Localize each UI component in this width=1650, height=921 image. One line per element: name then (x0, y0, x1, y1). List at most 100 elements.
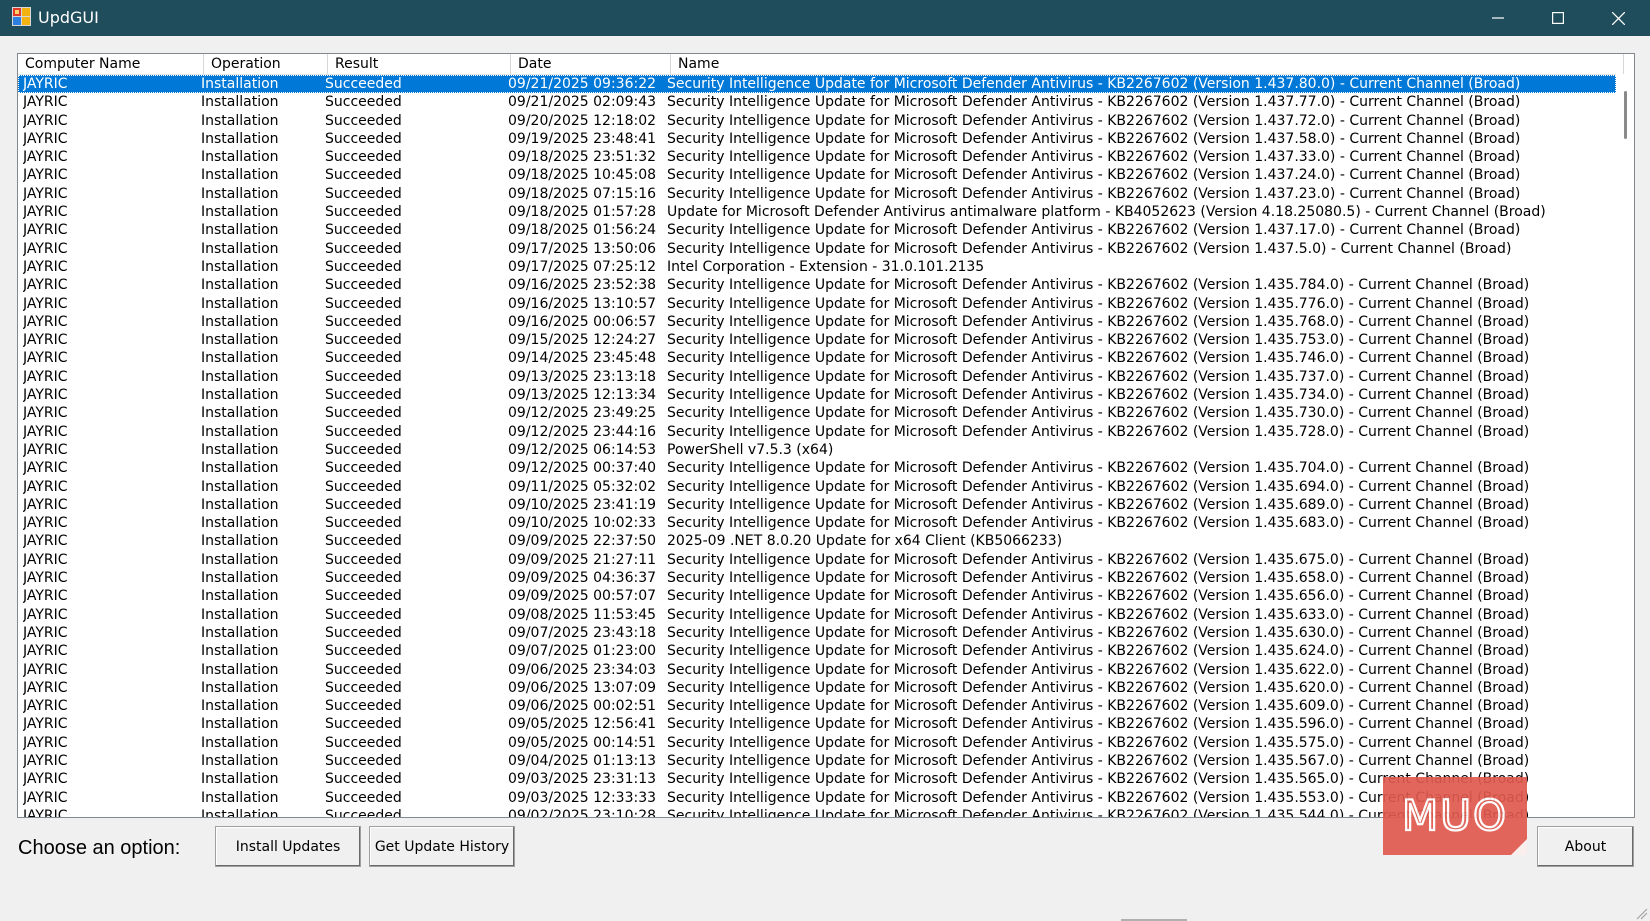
cell-result: Succeeded (325, 423, 402, 440)
cell-operation: Installation (201, 204, 279, 221)
cell-name: Security Intelligence Update for Microso… (667, 387, 1530, 404)
maximize-button[interactable] (1528, 0, 1588, 36)
cell-result: Succeeded (325, 789, 402, 806)
cell-operation: Installation (201, 515, 279, 532)
cell-computer-name: JAYRIC (23, 405, 68, 422)
cell-computer-name: JAYRIC (23, 698, 68, 715)
table-row[interactable]: JAYRIC Installation Succeeded 09/17/2025 13… (18, 240, 1616, 258)
cell-name: Security Intelligence Update for Microso… (667, 130, 1521, 147)
table-row[interactable]: JAYRIC Installation Succeeded 09/18/2025 01… (18, 203, 1616, 221)
table-row[interactable]: JAYRIC Installation Succeeded 09/18/2025 07… (18, 185, 1616, 203)
table-row[interactable]: JAYRIC Installation Succeeded 09/09/2025 22… (18, 532, 1616, 550)
cell-date: 09/09/2025 00:57:07 (508, 588, 657, 605)
table-row[interactable]: JAYRIC Installation Succeeded 09/18/2025 01… (18, 221, 1616, 239)
cell-operation: Installation (201, 350, 279, 367)
table-row[interactable]: JAYRIC Installation Succeeded 09/11/2025 05… (18, 478, 1616, 496)
scrollbar-thumb[interactable] (1624, 91, 1627, 139)
table-row[interactable]: JAYRIC Installation Succeeded 09/12/2025 23… (18, 423, 1616, 441)
cell-name: Security Intelligence Update for Microso… (667, 643, 1530, 660)
table-row[interactable]: JAYRIC Installation Succeeded 09/07/2025 23… (18, 624, 1616, 642)
minimize-button[interactable] (1468, 0, 1528, 36)
cell-name: Security Intelligence Update for Microso… (667, 76, 1521, 92)
get-update-history-button[interactable]: Get Update History (369, 826, 515, 867)
cell-result: Succeeded (325, 752, 402, 769)
cell-operation: Installation (201, 295, 279, 312)
cell-result: Succeeded (325, 570, 402, 587)
cell-result: Succeeded (325, 277, 402, 294)
table-row[interactable]: JAYRIC Installation Succeeded 09/15/2025 12… (18, 331, 1616, 349)
cell-result: Succeeded (325, 185, 402, 202)
table-row[interactable]: JAYRIC Installation Succeeded 09/13/2025 23… (18, 368, 1616, 386)
table-row[interactable]: JAYRIC Installation Succeeded 09/12/2025 23… (18, 404, 1616, 422)
cell-name: Security Intelligence Update for Microso… (667, 515, 1530, 532)
table-row[interactable]: JAYRIC Installation Succeeded 09/13/2025 12… (18, 386, 1616, 404)
table-row[interactable]: JAYRIC Installation Succeeded 09/18/2025 10… (18, 166, 1616, 184)
column-header-computer-name[interactable]: Computer Name (18, 54, 204, 74)
cell-result: Succeeded (325, 313, 402, 330)
cell-name: Security Intelligence Update for Microso… (667, 149, 1521, 166)
column-header-filler (1624, 54, 1634, 74)
cell-result: Succeeded (325, 149, 402, 166)
cell-name: Security Intelligence Update for Microso… (667, 368, 1530, 385)
cell-result: Succeeded (325, 679, 402, 696)
table-row[interactable]: JAYRIC Installation Succeeded 09/04/2025 01… (18, 752, 1616, 770)
table-row[interactable]: JAYRIC Installation Succeeded 09/17/2025 07… (18, 258, 1616, 276)
table-row[interactable]: JAYRIC Installation Succeeded 09/16/2025 13… (18, 295, 1616, 313)
cell-date: 09/14/2025 23:45:48 (508, 350, 657, 367)
cell-computer-name: JAYRIC (23, 387, 68, 404)
cell-operation: Installation (201, 277, 279, 294)
cell-date: 09/04/2025 01:13:13 (508, 752, 657, 769)
cell-name: Security Intelligence Update for Microso… (667, 240, 1512, 257)
table-row[interactable]: JAYRIC Installation Succeeded 09/21/2025 02… (18, 93, 1616, 111)
table-row[interactable]: JAYRIC Installation Succeeded 09/19/2025 23… (18, 130, 1616, 148)
table-row[interactable]: JAYRIC Installation Succeeded 09/09/2025 21… (18, 551, 1616, 569)
table-row[interactable]: JAYRIC Installation Succeeded 09/21/2025 09… (18, 75, 1616, 94)
table-row[interactable]: JAYRIC Installation Succeeded 09/09/2025 00… (18, 587, 1616, 605)
table-row[interactable]: JAYRIC Installation Succeeded 09/10/2025 10… (18, 514, 1616, 532)
table-row[interactable]: JAYRIC Installation Succeeded 09/16/2025 23… (18, 276, 1616, 294)
resize-grip-icon[interactable] (1636, 908, 1648, 920)
table-row[interactable]: JAYRIC Installation Succeeded 09/07/2025 01… (18, 642, 1616, 660)
table-row[interactable]: JAYRIC Installation Succeeded 09/14/2025 23… (18, 349, 1616, 367)
cell-operation: Installation (201, 441, 279, 458)
cell-computer-name: JAYRIC (23, 167, 68, 184)
cell-result: Succeeded (325, 204, 402, 221)
table-row[interactable]: JAYRIC Installation Succeeded 09/12/2025 00… (18, 459, 1616, 477)
cell-result: Succeeded (325, 734, 402, 751)
cell-computer-name: JAYRIC (23, 130, 68, 147)
table-row[interactable]: JAYRIC Installation Succeeded 09/06/2025 00… (18, 697, 1616, 715)
table-row[interactable]: JAYRIC Installation Succeeded 09/18/2025 23… (18, 148, 1616, 166)
cell-computer-name: JAYRIC (23, 716, 68, 733)
table-row[interactable]: JAYRIC Installation Succeeded 09/10/2025 23… (18, 496, 1616, 514)
cell-computer-name: JAYRIC (23, 258, 68, 275)
close-button[interactable] (1588, 0, 1648, 36)
table-row[interactable]: JAYRIC Installation Succeeded 09/08/2025 11… (18, 606, 1616, 624)
cell-operation: Installation (201, 570, 279, 587)
table-row[interactable]: JAYRIC Installation Succeeded 09/06/2025 13… (18, 679, 1616, 697)
vertical-scrollbar[interactable] (1617, 75, 1634, 817)
cell-name: Security Intelligence Update for Microso… (667, 222, 1521, 239)
table-row[interactable]: JAYRIC Installation Succeeded 09/09/2025 04… (18, 569, 1616, 587)
column-header-date[interactable]: Date (511, 54, 671, 74)
cell-date: 09/09/2025 04:36:37 (508, 570, 657, 587)
cell-result: Succeeded (325, 624, 402, 641)
cell-result: Succeeded (325, 332, 402, 349)
table-row[interactable]: JAYRIC Installation Succeeded 09/05/2025 00… (18, 734, 1616, 752)
table-row[interactable]: JAYRIC Installation Succeeded 09/05/2025 12… (18, 715, 1616, 733)
column-header-result[interactable]: Result (328, 54, 511, 74)
cell-result: Succeeded (325, 771, 402, 788)
cell-computer-name: JAYRIC (23, 606, 68, 623)
cell-name: Security Intelligence Update for Microso… (667, 405, 1530, 422)
table-row[interactable]: JAYRIC Installation Succeeded 09/16/2025 00… (18, 313, 1616, 331)
column-header-name[interactable]: Name (671, 54, 1624, 74)
update-history-list[interactable]: Computer Name Operation Result Date Name… (17, 53, 1635, 818)
cell-computer-name: JAYRIC (23, 478, 68, 495)
cell-operation: Installation (201, 698, 279, 715)
cell-date: 09/03/2025 23:31:13 (508, 771, 657, 788)
table-row[interactable]: JAYRIC Installation Succeeded 09/06/2025 23… (18, 661, 1616, 679)
install-updates-button[interactable]: Install Updates (215, 826, 361, 867)
client-area: Computer Name Operation Result Date Name… (0, 36, 1650, 921)
table-row[interactable]: JAYRIC Installation Succeeded 09/12/2025 06… (18, 441, 1616, 459)
table-row[interactable]: JAYRIC Installation Succeeded 09/20/2025 12… (18, 112, 1616, 130)
column-header-operation[interactable]: Operation (204, 54, 328, 74)
